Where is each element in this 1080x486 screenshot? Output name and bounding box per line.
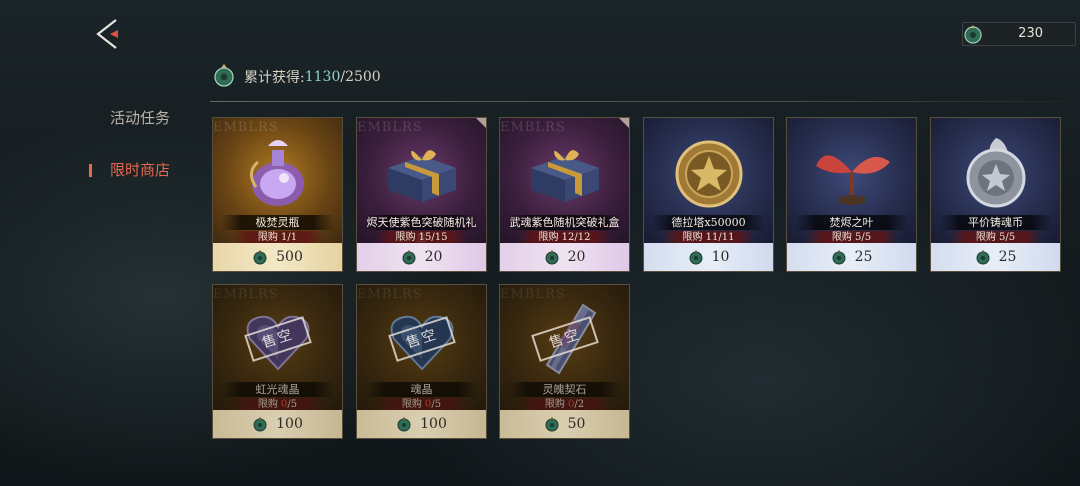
item-name: 魂晶 xyxy=(365,382,478,397)
jade-coin-icon xyxy=(832,250,846,265)
item-name: 德拉塔x50000 xyxy=(652,215,765,230)
item-artwork: 德拉塔x50000 限购 11/11 xyxy=(644,118,773,245)
gold-coin-icon xyxy=(675,140,743,208)
item-price-value: 50 xyxy=(567,416,586,432)
shop-item-card[interactable]: 焚烬之叶 限购 5/5 25 xyxy=(786,117,917,272)
gift-box-icon xyxy=(388,150,456,202)
item-name: 焚烬之叶 xyxy=(795,215,908,230)
item-price-value: 100 xyxy=(276,416,303,432)
item-artwork: EMBLRS 售空 虹光魂晶 限购 0/5 xyxy=(213,285,342,412)
item-price: 20 xyxy=(500,243,629,271)
item-artwork: EMBLRS 极焚灵瓶 限购 1/1 xyxy=(213,118,342,245)
jade-coin-icon xyxy=(962,23,984,49)
item-price-value: 20 xyxy=(567,249,586,265)
silver-coin-icon xyxy=(966,138,1026,208)
earned-progress: 累计获得: 1130 / 2500 xyxy=(212,64,381,90)
jade-coin-icon xyxy=(976,250,990,265)
item-price-value: 25 xyxy=(854,249,873,265)
sidebar-item-tasks[interactable]: 活动任务 xyxy=(60,103,200,133)
item-artwork: EMBLRS 售空 魂晶 限购 0/5 xyxy=(357,285,486,412)
shop-item-card[interactable]: EMBLRS 极焚灵瓶 限购 1/1 500 xyxy=(212,117,343,272)
item-price-value: 25 xyxy=(998,249,1017,265)
item-price: 25 xyxy=(787,243,916,271)
item-name: 灵魄契石 xyxy=(508,382,621,397)
card-corner xyxy=(619,118,629,128)
jade-coin-icon xyxy=(402,250,416,265)
item-artwork: 平价铸魂币 限购 5/5 xyxy=(931,118,1060,245)
card-watermark: EMBLRS xyxy=(357,287,423,302)
item-artwork: 焚烬之叶 限购 5/5 xyxy=(787,118,916,245)
sold-out-stamp: 售空 xyxy=(388,316,456,362)
item-artwork: EMBLRS 武魂紫色随机突破礼盒 限购 12/12 xyxy=(500,118,629,245)
shop-item-card[interactable]: EMBLRS 烬天使紫色突破随机礼盒 限购 15/15 20 xyxy=(356,117,487,272)
item-artwork: EMBLRS 烬天使紫色突破随机礼盒 限购 15/15 xyxy=(357,118,486,245)
sidebar: 活动任务 限时商店 xyxy=(60,100,200,185)
jade-coin-icon xyxy=(689,250,703,265)
back-arrow-icon xyxy=(96,19,118,49)
item-price: 10 xyxy=(644,243,773,271)
shop-item-card[interactable]: 德拉塔x50000 限购 11/11 10 xyxy=(643,117,774,272)
item-name: 极焚灵瓶 xyxy=(221,215,334,230)
earned-label: 累计获得: xyxy=(244,70,305,86)
sold-out-stamp: 售空 xyxy=(531,316,599,362)
divider xyxy=(210,101,1062,102)
back-button[interactable] xyxy=(94,18,124,50)
item-price: 100 xyxy=(357,410,486,438)
shop-item-card[interactable]: 平价铸魂币 限购 5/5 25 xyxy=(930,117,1061,272)
jade-coin-icon xyxy=(397,417,411,432)
shop-item-card[interactable]: EMBLRS 武魂紫色随机突破礼盒 限购 12/12 20 xyxy=(499,117,630,272)
item-price: 50 xyxy=(500,410,629,438)
item-price-value: 500 xyxy=(276,249,303,265)
card-corner xyxy=(476,118,486,128)
item-price-value: 100 xyxy=(420,416,447,432)
sidebar-item-label: 活动任务 xyxy=(109,109,170,127)
item-name: 平价铸魂币 xyxy=(939,215,1052,230)
item-name: 烬天使紫色突破随机礼盒 xyxy=(365,215,478,244)
currency-display: 230 xyxy=(962,22,1076,46)
sidebar-item-label: 限时商店 xyxy=(109,161,170,179)
shop-item-card[interactable]: EMBLRS 售空 魂晶 限购 0/5 100 xyxy=(356,284,487,439)
currency-amount: 230 xyxy=(1018,26,1043,41)
jade-coin-icon xyxy=(253,417,267,432)
jade-coin-icon xyxy=(212,62,236,92)
item-price: 20 xyxy=(357,243,486,271)
jade-coin-icon xyxy=(253,250,267,265)
item-price-value: 20 xyxy=(424,249,443,265)
shop-item-card[interactable]: EMBLRS 售空 灵魄契石 限购 0/2 50 xyxy=(499,284,630,439)
shop-item-card[interactable]: EMBLRS 售空 虹光魂晶 限购 0/5 100 xyxy=(212,284,343,439)
card-watermark: EMBLRS xyxy=(500,287,566,302)
sprout-leaf-icon xyxy=(816,155,890,205)
jade-coin-icon xyxy=(545,417,559,432)
item-artwork: EMBLRS 售空 灵魄契石 限购 0/2 xyxy=(500,285,629,412)
gift-box-icon xyxy=(531,150,599,202)
item-price: 25 xyxy=(931,243,1060,271)
item-price: 500 xyxy=(213,243,342,271)
item-price: 100 xyxy=(213,410,342,438)
jade-coin-icon xyxy=(545,250,559,265)
item-price-value: 10 xyxy=(711,249,730,265)
sidebar-item-shop[interactable]: 限时商店 xyxy=(60,155,200,185)
earned-total: 2500 xyxy=(345,69,381,85)
active-indicator xyxy=(89,164,92,177)
item-name: 虹光魂晶 xyxy=(221,382,334,397)
item-name: 武魂紫色随机突破礼盒 xyxy=(508,215,621,230)
sold-out-stamp: 售空 xyxy=(244,316,312,362)
card-watermark: EMBLRS xyxy=(213,287,279,302)
spirit-vial-icon xyxy=(250,140,304,206)
earned-current: 1130 xyxy=(304,69,341,85)
